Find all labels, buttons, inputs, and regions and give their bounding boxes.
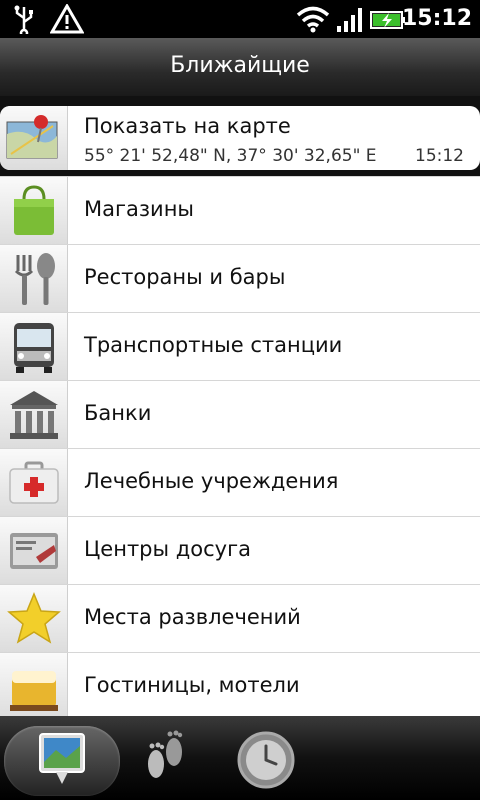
category-banks[interactable]: Банки (0, 380, 480, 449)
category-transport[interactable]: Транспортные станции (0, 312, 480, 381)
signal-icon (337, 8, 362, 32)
category-label: Банки (84, 401, 152, 425)
bank-icon (10, 391, 58, 439)
show-on-map-item[interactable]: Показать на карте 55° 21' 52,48" N, 37° … (0, 106, 480, 170)
fork-spoon-icon (14, 253, 55, 305)
medical-icon-cell (0, 449, 68, 517)
category-label: Места развлечений (84, 605, 301, 629)
category-label: Гостиницы, мотели (84, 673, 300, 697)
shopping-bag-icon (14, 185, 54, 235)
show-on-map-label: Показать на карте (84, 114, 291, 138)
hotels-icon-cell (0, 653, 68, 716)
category-medical[interactable]: Лечебные учреждения (0, 448, 480, 517)
category-entertainment[interactable]: Места развлечений (0, 584, 480, 653)
bus-icon (14, 323, 54, 373)
footprints-icon (148, 730, 183, 778)
map-pin-icon (6, 115, 58, 159)
category-label: Лечебные учреждения (84, 469, 339, 493)
transport-icon-cell (0, 313, 68, 381)
category-label: Центры досуга (84, 537, 252, 561)
category-shops[interactable]: Магазины (0, 176, 480, 245)
first-aid-kit-icon (9, 461, 59, 504)
nearby-tab[interactable] (4, 726, 120, 796)
banks-icon-cell (0, 381, 68, 449)
leisure-icon-cell (0, 517, 68, 585)
bed-icon (10, 671, 58, 711)
footprints-tab[interactable] (136, 726, 196, 796)
warning-icon (50, 4, 84, 34)
clock-icon (237, 731, 295, 789)
history-tab[interactable] (232, 726, 300, 796)
tickets-icon (10, 533, 58, 569)
bottom-tab-bar (0, 716, 480, 800)
entertainment-icon-cell (0, 585, 68, 653)
category-label: Магазины (84, 197, 195, 221)
star-icon (7, 592, 61, 644)
location-time: 15:12 (415, 146, 464, 166)
photo-pin-icon (39, 733, 85, 784)
category-leisure[interactable]: Центры досуга (0, 516, 480, 585)
battery-charging-icon (370, 11, 405, 29)
status-bar: 15:12 (0, 0, 480, 38)
coordinates: 55° 21' 52,48" N, 37° 30' 32,65" E (84, 146, 377, 166)
map-icon-cell (0, 106, 68, 170)
usb-icon (14, 5, 33, 34)
category-label: Транспортные станции (84, 333, 343, 357)
category-hotels[interactable]: Гостиницы, мотели (0, 652, 480, 716)
places-list: Показать на карте 55° 21' 52,48" N, 37° … (0, 96, 480, 716)
shops-icon-cell (0, 177, 68, 245)
restaurants-icon-cell (0, 245, 68, 313)
category-restaurants[interactable]: Рестораны и бары (0, 244, 480, 313)
category-label: Рестораны и бары (84, 265, 286, 289)
clock-time: 15:12 (401, 6, 472, 31)
wifi-icon (296, 6, 330, 33)
page-title: Ближайщие (0, 38, 480, 97)
